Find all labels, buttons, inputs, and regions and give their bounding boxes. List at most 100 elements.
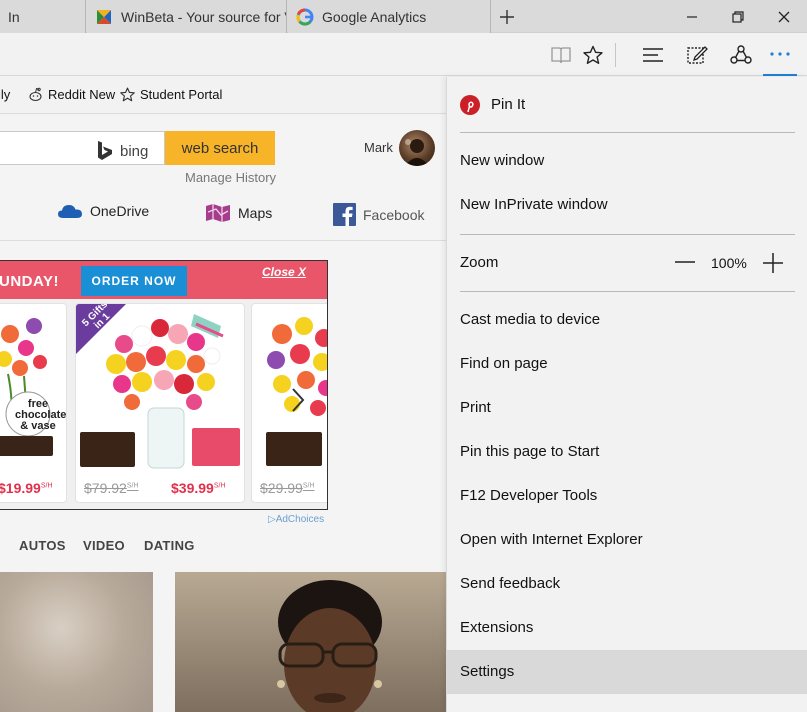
plus-icon: [500, 9, 514, 24]
news-thumbnail[interactable]: [175, 572, 446, 712]
quick-link-maps[interactable]: Maps: [205, 203, 272, 223]
menu-settings[interactable]: Settings: [460, 663, 514, 680]
restore-button[interactable]: [715, 0, 761, 33]
reading-view-icon: [551, 47, 571, 64]
ad-headline: UNDAY!: [0, 273, 59, 290]
news-thumbnail[interactable]: [0, 572, 153, 712]
section-divider: [0, 240, 446, 241]
flower-ad[interactable]: UNDAY! ORDER NOW Close X free chocolates…: [0, 260, 328, 510]
manage-history-link[interactable]: Manage History: [185, 170, 276, 185]
ad-product-card[interactable]: 5 Gifts in 1 $79.92S/H $39.99S/H: [75, 303, 245, 503]
web-search-button[interactable]: web search: [165, 131, 275, 165]
ad-carousel: free chocolates & vase $19.99S/H 5 Gifts…: [0, 299, 327, 509]
menu-pin-it[interactable]: Pin It: [491, 96, 525, 113]
adchoices-link[interactable]: ▷AdChoices: [268, 514, 324, 525]
tab-bar: In WinBeta - Your source for V Google An…: [0, 0, 807, 33]
favorites-star-icon: [583, 45, 603, 64]
restore-icon: [732, 10, 744, 23]
ad-close-link[interactable]: Close X: [262, 265, 306, 279]
hub-button[interactable]: [638, 40, 668, 70]
more-actions-icon: [770, 52, 790, 56]
ad-banner: UNDAY! ORDER NOW Close X: [0, 261, 327, 299]
carousel-next-icon[interactable]: [291, 387, 305, 420]
plus-icon: [763, 253, 783, 273]
adchoices-icon: ▷: [268, 514, 276, 525]
web-note-button[interactable]: [682, 40, 712, 70]
price-new: $39.99S/H: [171, 480, 226, 496]
user-name[interactable]: Mark: [364, 140, 393, 155]
favorites-bar: ily Reddit New Student Portal: [0, 77, 446, 114]
share-icon: [730, 45, 752, 64]
ad-product-card[interactable]: free chocolates & vase $19.99S/H: [0, 303, 67, 503]
portrait-photo: [277, 580, 382, 712]
quick-link-facebook[interactable]: Facebook: [333, 203, 424, 226]
more-actions-button[interactable]: [763, 34, 797, 76]
menu-find-on-page[interactable]: Find on page: [460, 355, 548, 372]
menu-f12-developer-tools[interactable]: F12 Developer Tools: [460, 487, 597, 504]
menu-cast-media[interactable]: Cast media to device: [460, 311, 600, 328]
tab-previous[interactable]: In: [0, 0, 86, 33]
tab-google-analytics[interactable]: Google Analytics: [288, 0, 491, 33]
ad-product-card[interactable]: $29.99S/H: [251, 303, 327, 503]
close-icon: [778, 11, 790, 22]
menu-print[interactable]: Print: [460, 399, 491, 416]
category-video[interactable]: VIDEO: [83, 538, 125, 553]
menu-open-with-ie[interactable]: Open with Internet Explorer: [460, 531, 643, 548]
favorite-label: Student Portal: [140, 87, 223, 102]
tab-label: In: [8, 8, 20, 25]
minimize-button[interactable]: [669, 0, 715, 33]
menu-separator: [460, 132, 795, 133]
favorite-label: Reddit New: [48, 87, 116, 102]
share-button[interactable]: [726, 40, 756, 70]
flower-bouquet-image: [266, 317, 327, 466]
reddit-icon: [29, 87, 42, 102]
order-now-button[interactable]: ORDER NOW: [81, 266, 187, 296]
menu-send-feedback[interactable]: Send feedback: [460, 575, 560, 592]
close-window-button[interactable]: [761, 0, 807, 33]
google-g-icon: [296, 8, 314, 26]
favorite-item[interactable]: ily: [0, 87, 10, 102]
favorite-reddit-new[interactable]: Reddit New: [28, 87, 115, 102]
toolbar: [0, 34, 807, 76]
page-content: bing web search Manage History Mark OneD…: [0, 115, 446, 712]
avatar[interactable]: [399, 130, 435, 166]
tab-label: WinBeta - Your source for V: [121, 8, 287, 25]
category-autos[interactable]: AUTOS: [19, 538, 66, 553]
pinterest-p-glyph: [467, 101, 474, 112]
free-chocolates-tag: free chocolates & vase: [15, 398, 67, 432]
price-old: $29.99S/H: [260, 480, 315, 496]
hub-icon: [643, 48, 663, 62]
facebook-icon: [333, 203, 356, 226]
zoom-in-button[interactable]: [763, 253, 783, 278]
quick-link-label: Maps: [238, 205, 273, 221]
star-outline-icon: [120, 87, 135, 102]
menu-pin-to-start[interactable]: Pin this page to Start: [460, 443, 599, 460]
menu-settings-row[interactable]: Settings: [447, 650, 807, 694]
toolbar-separator: [615, 43, 616, 67]
search-input[interactable]: bing: [0, 131, 165, 165]
new-tab-button[interactable]: [492, 0, 522, 33]
menu-new-window[interactable]: New window: [460, 152, 544, 169]
tab-label: Google Analytics: [322, 8, 427, 25]
quick-link-onedrive[interactable]: OneDrive: [57, 203, 149, 219]
reading-view-button[interactable]: [546, 40, 576, 70]
favorite-label: ily: [0, 87, 11, 102]
zoom-out-button[interactable]: [675, 254, 695, 275]
maps-icon: [206, 204, 230, 222]
category-dating[interactable]: DATING: [144, 538, 195, 553]
onedrive-icon: [58, 205, 82, 218]
web-note-icon: [687, 46, 708, 64]
price-new: $19.99S/H: [0, 480, 53, 496]
menu-new-inprivate-window[interactable]: New InPrivate window: [460, 196, 608, 213]
favorite-student-portal[interactable]: Student Portal: [120, 87, 222, 102]
menu-zoom-label: Zoom: [460, 254, 499, 271]
menu-separator: [460, 234, 795, 235]
quick-link-label: OneDrive: [90, 203, 150, 219]
favorites-button[interactable]: [578, 40, 608, 70]
winbeta-favicon-icon: [97, 9, 111, 24]
more-actions-menu: Pin It New window New InPrivate window Z…: [446, 77, 807, 712]
bing-label: bing: [120, 142, 149, 160]
menu-extensions[interactable]: Extensions: [460, 619, 533, 636]
tab-winbeta[interactable]: WinBeta - Your source for V: [87, 0, 287, 33]
menu-separator: [460, 291, 795, 292]
